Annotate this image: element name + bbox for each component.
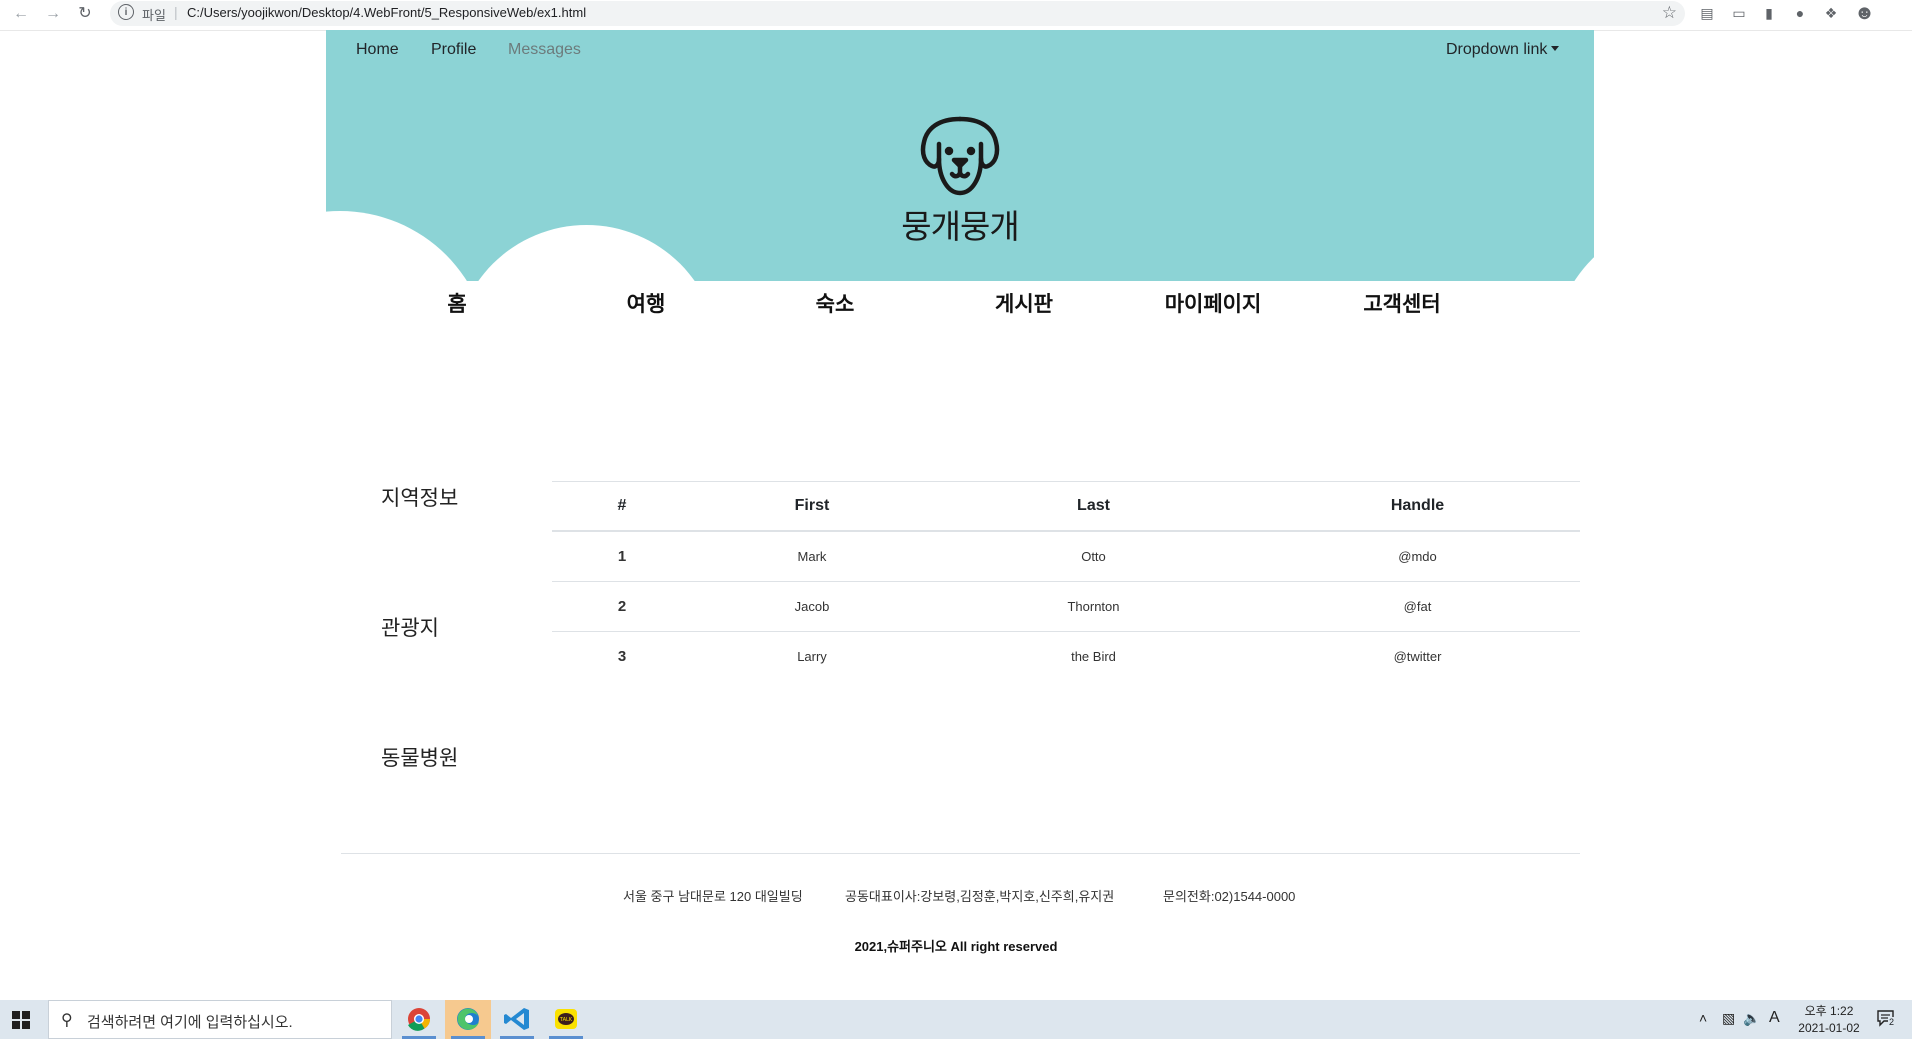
puzzle-icon[interactable]: ❖ [1822,4,1840,22]
table-cell: @twitter [1255,631,1580,681]
edge-app-icon[interactable] [445,1000,491,1039]
cast-icon[interactable]: ▭ [1730,4,1748,22]
table-cell: @mdo [1255,530,1580,582]
url-text[interactable]: C:/Users/yoojikwon/Desktop/4.WebFront/5_… [187,5,586,20]
menu-item-board[interactable]: 게시판 [934,288,1114,318]
caret-down-icon [1551,45,1560,51]
column-header: Handle [1255,481,1580,532]
notification-icon[interactable]: 2 [1876,1008,1896,1028]
bookmark-star-icon[interactable]: ☆ [1662,3,1677,23]
info-icon[interactable]: i [118,4,134,20]
taskbar-search-box[interactable]: ⚲ 검색하려면 여기에 입력하십시오. [48,1000,392,1039]
nav-messages-link[interactable]: Messages [508,41,581,59]
chevron-up-icon[interactable]: ˄ [1699,1010,1707,1026]
vscode-app-icon[interactable] [494,1000,540,1039]
kakaotalk-app-icon[interactable]: TALK [543,1000,589,1039]
taskbar-clock[interactable]: 오후 1:22 2021-01-02 [1784,1003,1874,1037]
menu-item-support[interactable]: 고객센터 [1312,288,1492,318]
extension-icon[interactable]: ▮ [1760,4,1778,22]
table-row: 1 Mark Otto @mdo [552,530,1580,582]
header-scallop [1554,221,1594,281]
menu-item-home[interactable]: 홈 [367,288,547,318]
table-row: 3 Larry the Bird @twitter [552,631,1580,681]
sidebar-item-attractions[interactable]: 관광지 [381,612,439,642]
table-cell: Otto [932,530,1255,582]
column-header: First [692,481,932,532]
table-cell: the Bird [932,631,1255,681]
back-icon[interactable]: ← [10,3,32,25]
column-header: # [552,481,692,532]
volume-icon[interactable]: 🔈 [1743,1010,1760,1027]
table-cell: 2 [552,581,692,632]
chrome-app-icon[interactable] [396,1000,442,1039]
table-row: 2 Jacob Thornton @fat [552,581,1580,632]
table-header-row: # First Last Handle [552,481,1580,532]
dog-face-icon [920,116,1000,196]
footer-phone: 문의전화:02)1544-0000 [1163,889,1296,904]
address-bar[interactable]: i 파일 | C:/Users/yoojikwon/Desktop/4.WebF… [110,1,1685,26]
nav-home-link[interactable]: Home [356,41,399,59]
windows-start-icon[interactable] [12,1011,30,1029]
footer-address: 서울 중구 남대문로 120 대일빌딩 [623,889,803,904]
dropdown-label: Dropdown link [1446,41,1548,58]
header-scallop [326,211,490,281]
clock-date: 2021-01-02 [1798,1021,1860,1035]
menu-item-mypage[interactable]: 마이페이지 [1123,288,1303,318]
site-header: Home Profile Messages Dropdown link 뭉개뭉개 [326,30,1594,281]
notification-count: 2 [1888,1017,1896,1027]
header-scallop [454,225,719,281]
table-cell: Larry [692,631,932,681]
data-table: # First Last Handle 1 Mark Otto @mdo 2 J… [552,481,1580,681]
nav-profile-link[interactable]: Profile [431,41,476,59]
search-placeholder: 검색하려면 여기에 입력하십시오. [87,1014,293,1031]
table-cell: 3 [552,631,692,681]
scheme-label: 파일 [142,8,166,23]
nav-dropdown-link[interactable]: Dropdown link [1446,41,1560,59]
profile-avatar-icon[interactable]: ☻ [1854,3,1875,23]
extension-icon[interactable]: ▤ [1698,4,1716,22]
reload-icon[interactable]: ↻ [74,3,96,25]
sidebar-item-region-info[interactable]: 지역정보 [381,482,458,512]
forward-icon[interactable]: → [42,3,64,25]
table-cell: Mark [692,530,932,582]
address-separator: | [174,4,178,20]
footer-ceo: 공동대표이사:강보령,김정훈,박지호,신주희,유지권 [845,889,1115,904]
table-cell: @fat [1255,581,1580,632]
extension-icon[interactable]: ● [1791,4,1809,22]
network-icon[interactable]: ▧ [1722,1010,1735,1027]
table-cell: 1 [552,530,692,582]
table-cell: Jacob [692,581,932,632]
footer-copyright: 2021,슈퍼주니오 All right reserved [854,939,1058,954]
footer-divider [341,853,1580,854]
browser-toolbar: ← → ↻ i 파일 | C:/Users/yoojikwon/Desktop/… [0,0,1912,31]
ime-indicator[interactable]: A [1769,1009,1780,1027]
search-icon: ⚲ [61,1012,73,1029]
brand-name[interactable]: 뭉개뭉개 [895,200,1025,248]
svg-text:TALK: TALK [559,1017,573,1023]
sidebar-item-animal-hospital[interactable]: 동물병원 [381,742,458,772]
menu-item-lodging[interactable]: 숙소 [745,288,925,318]
clock-time: 오후 1:22 [1804,1004,1854,1018]
windows-taskbar: ⚲ 검색하려면 여기에 입력하십시오. TALK ˄ ▧ 🔈 A 오후 1:22… [0,1000,1912,1039]
column-header: Last [932,481,1255,532]
menu-item-travel[interactable]: 여행 [556,288,736,318]
table-cell: Thornton [932,581,1255,632]
